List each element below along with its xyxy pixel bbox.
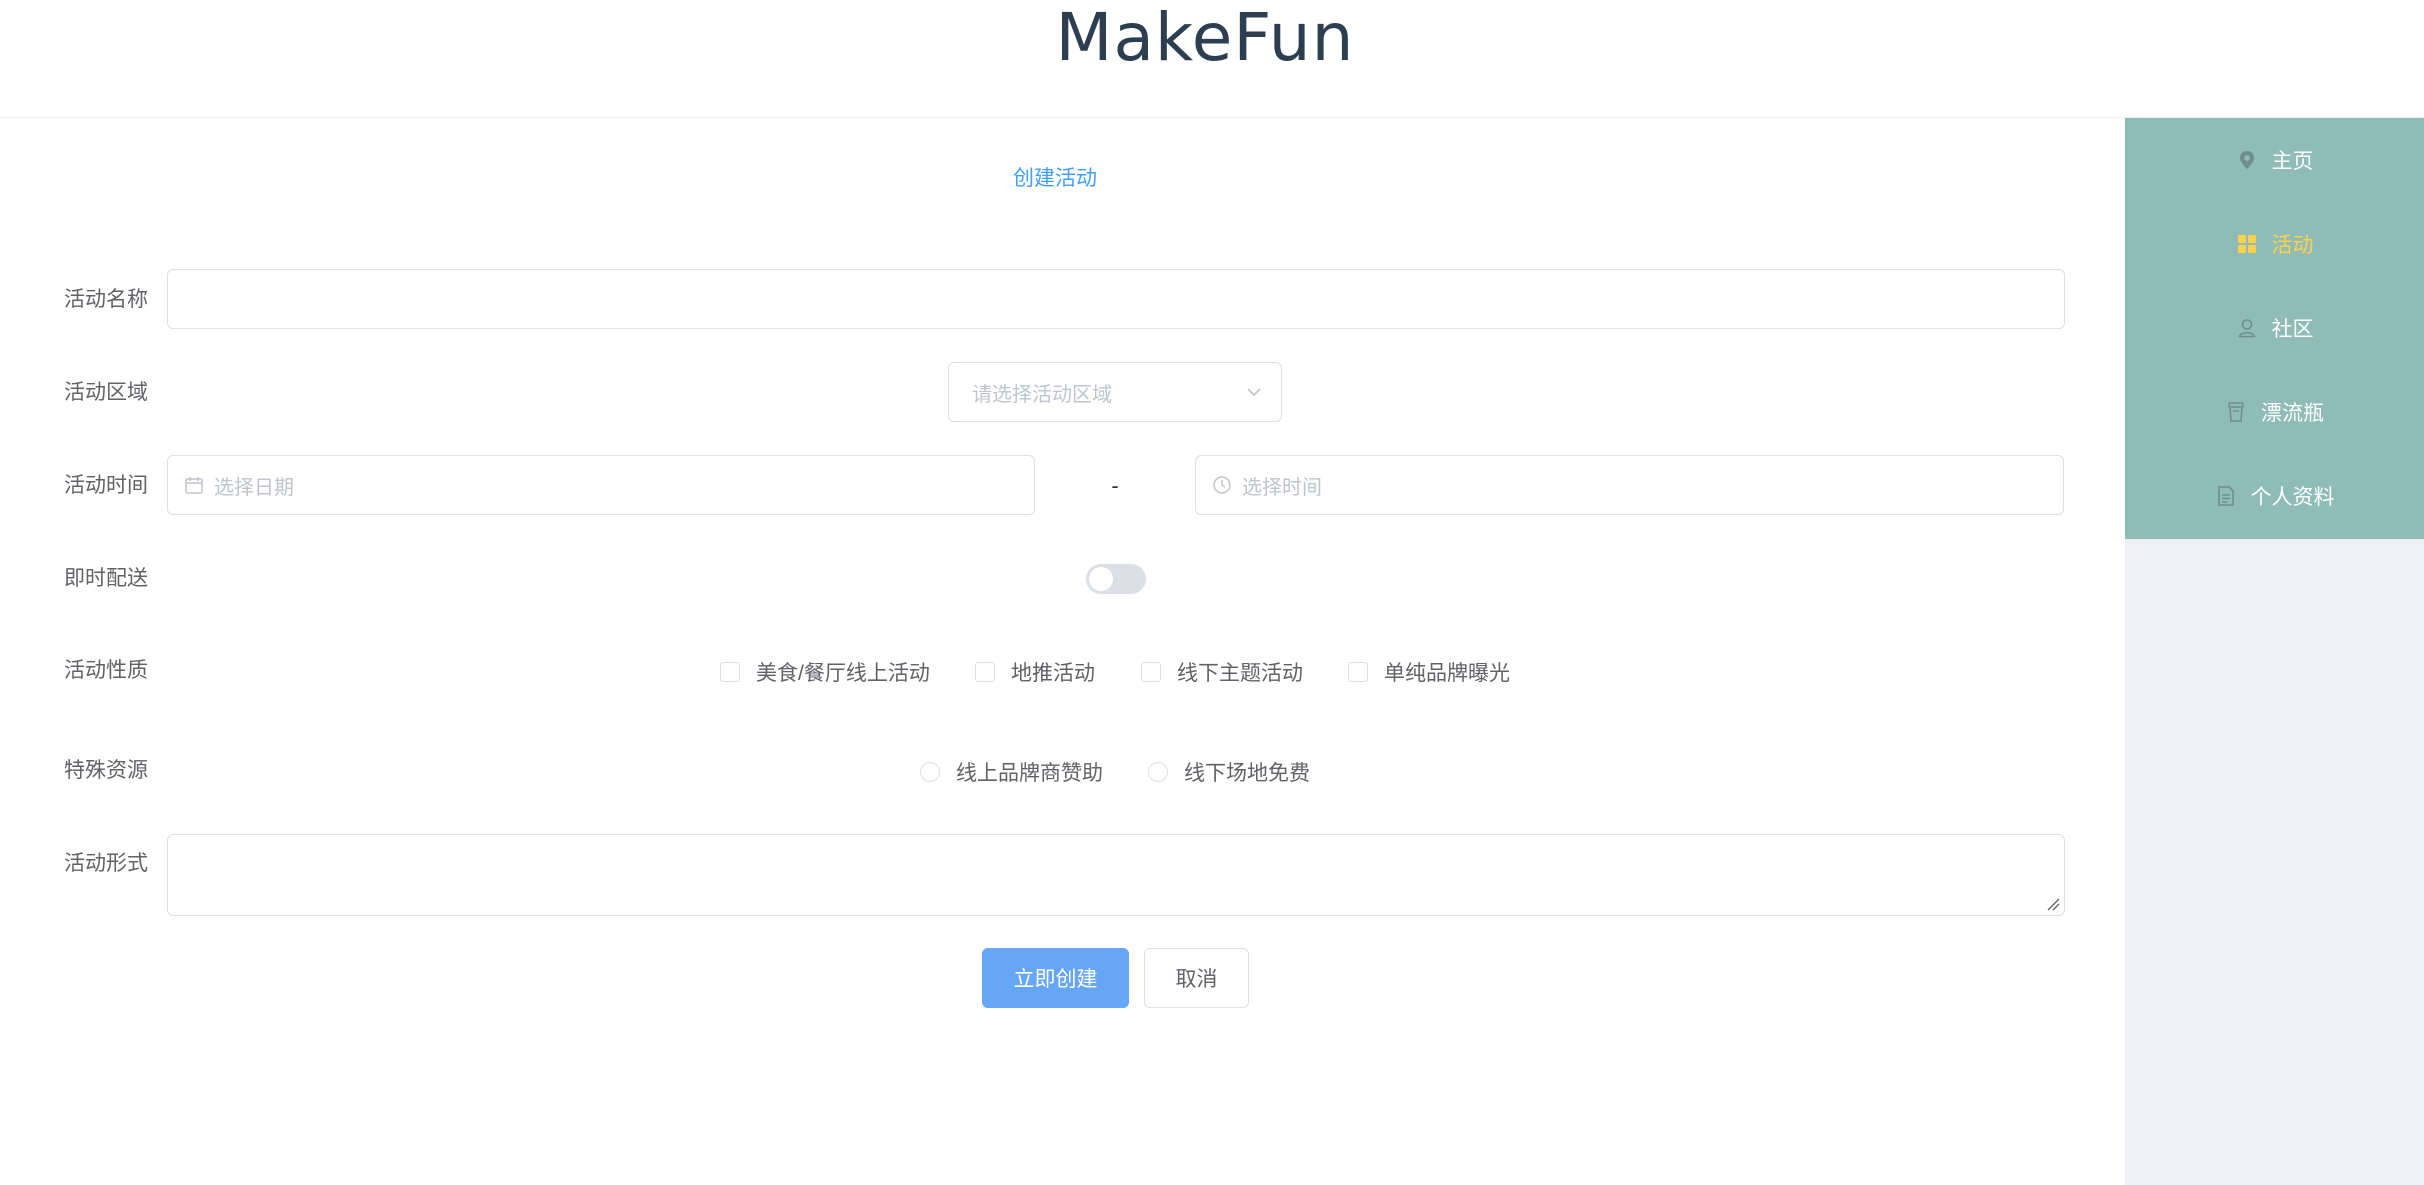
calendar-icon [185,477,203,494]
time-label: 活动时间 [64,474,148,497]
create-activity-form: 创建活动 活动名称 活动区域 请选择活动区域 活动时间 选择日期 - 选择时间 … [0,118,2125,1185]
sidebar-item-label: 个人资料 [2250,486,2335,509]
region-placeholder: 请选择活动区域 [972,383,1112,406]
form-title[interactable]: 创建活动 [910,162,1200,192]
sidebar-item-bottle[interactable]: 漂流瓶 [2125,370,2424,454]
time-separator: - [1111,473,1119,498]
radio-icon [920,762,940,782]
format-label: 活动形式 [64,852,148,875]
resource-option-label: 线上品牌商赞助 [956,762,1103,785]
document-icon [2217,486,2234,506]
chevron-down-icon [1247,388,1261,397]
instant-delivery-switch[interactable] [1086,564,1146,594]
resource-option-venue[interactable]: 线下场地免费 [1148,757,1310,787]
sidebar-item-label: 漂流瓶 [2261,402,2324,425]
resource-option-sponsor[interactable]: 线上品牌商赞助 [920,757,1103,787]
date-placeholder: 选择日期 [214,476,294,499]
nature-option-brand[interactable]: 单纯品牌曝光 [1348,657,1510,687]
nature-option-label: 美食/餐厅线上活动 [756,662,930,685]
checkbox-icon [720,662,740,682]
nature-label: 活动性质 [64,659,148,682]
user-icon [2238,319,2255,338]
nature-option-label: 线下主题活动 [1177,662,1303,685]
bottle-icon [2228,402,2244,422]
sidebar-item-label: 主页 [2271,150,2314,173]
resource-label: 特殊资源 [64,759,148,782]
sidebar-item-profile[interactable]: 个人资料 [2125,454,2424,538]
time-picker[interactable]: 选择时间 [1195,455,2064,515]
brand-title: MakeFun [1055,0,1355,76]
sidebar-item-activity[interactable]: 活动 [2125,202,2424,286]
date-picker[interactable]: 选择日期 [167,455,1035,515]
sidebar-item-community[interactable]: 社区 [2125,286,2424,370]
sidebar: 主页 活动 社区 漂流瓶 个人资料 [2125,118,2424,1185]
location-icon [2239,151,2254,169]
sidebar-item-home[interactable]: 主页 [2125,118,2424,202]
nature-option-label: 单纯品牌曝光 [1384,662,1510,685]
checkbox-icon [1141,662,1161,682]
sidebar-nav: 主页 活动 社区 漂流瓶 个人资料 [2125,118,2424,539]
region-label: 活动区域 [64,381,148,404]
radio-icon [1148,762,1168,782]
nature-option-offline-theme[interactable]: 线下主题活动 [1141,657,1303,687]
clock-icon [1213,476,1231,494]
sidebar-item-label: 社区 [2271,318,2314,341]
nature-option-ground[interactable]: 地推活动 [975,657,1095,687]
nature-option-food[interactable]: 美食/餐厅线上活动 [720,657,930,687]
grid-icon [2237,235,2256,253]
region-select[interactable]: 请选择活动区域 [948,362,1282,422]
time-placeholder: 选择时间 [1242,476,1322,499]
cancel-button[interactable]: 取消 [1144,948,1249,1008]
checkbox-icon [975,662,995,682]
header: MakeFun [0,0,2424,118]
nature-option-label: 地推活动 [1011,662,1095,685]
name-label: 活动名称 [64,288,148,311]
sidebar-item-label: 活动 [2271,234,2314,257]
checkbox-icon [1348,662,1368,682]
activity-format-textarea[interactable] [167,834,2065,916]
resource-option-label: 线下场地免费 [1184,762,1310,785]
create-now-button[interactable]: 立即创建 [982,948,1129,1008]
resize-grip-icon[interactable] [2046,897,2060,911]
instant-label: 即时配送 [64,567,148,590]
activity-name-input[interactable] [167,269,2065,329]
switch-knob [1089,567,1113,591]
